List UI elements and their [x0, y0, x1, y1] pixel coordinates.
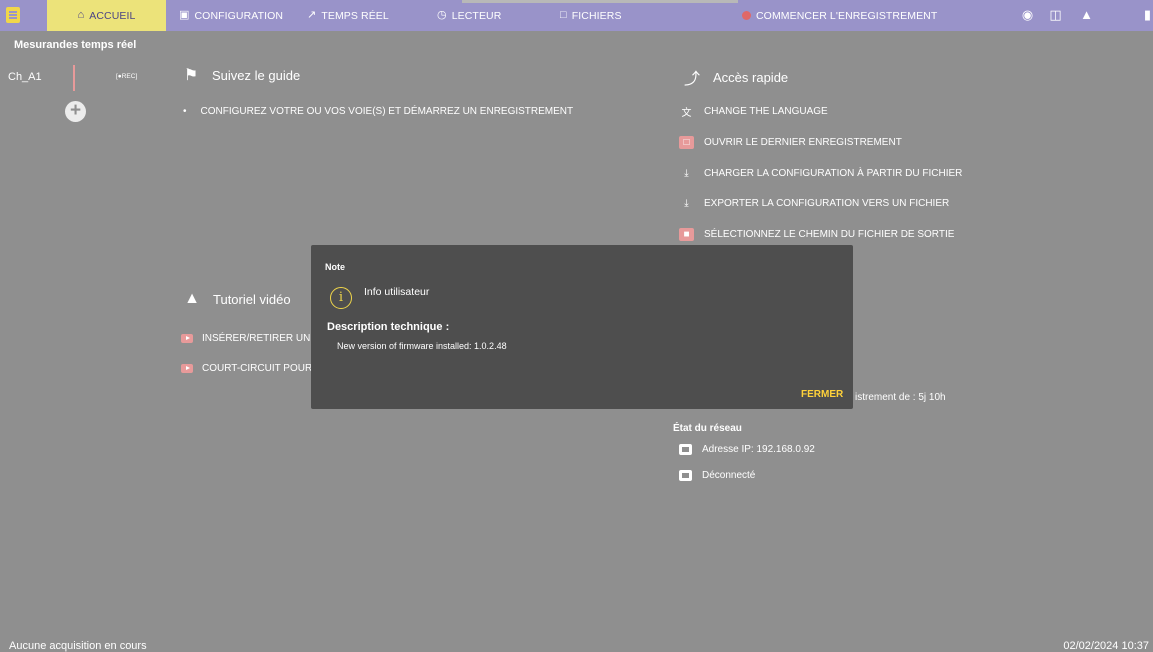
tutorial-item[interactable]: COURT-CIRCUIT POUR [181, 363, 312, 374]
menu-icon[interactable] [6, 7, 20, 23]
tab-configuration[interactable]: ▣ CONFIGURATION [179, 0, 283, 31]
datetime: 02/02/2024 10:37 [1063, 640, 1149, 652]
network-title: État du réseau [673, 423, 742, 434]
video-play-icon [181, 334, 193, 343]
tab-label: LECTEUR [451, 9, 502, 22]
bullet-icon: • [183, 106, 187, 117]
tab-label: FICHIERS [571, 9, 622, 22]
network-status: Déconnecté [679, 470, 755, 481]
guide-item-label: CONFIGUREZ VOTRE OU VOS VOIE(S) ET DÉMAR… [200, 106, 574, 117]
config-icon: ▣ [179, 9, 190, 21]
tab-accueil[interactable]: ⌂ ACCUEIL [47, 0, 166, 31]
dialog-desc-text: New version of firmware installed: 1.0.2… [337, 341, 507, 351]
unlock-icon[interactable]: ▲ [1079, 8, 1094, 22]
close-button[interactable]: FERMER [801, 389, 843, 400]
qa-label: CHANGE THE LANGUAGE [704, 106, 828, 117]
qa-open-last-recording[interactable]: □ OUVRIR LE DERNIER ENREGISTREMENT [679, 136, 902, 149]
quick-access-header: ⤴ Accès rapide [683, 65, 788, 89]
channel-name[interactable]: Ch_A1 [8, 71, 42, 83]
tutorial-item-label: COURT-CIRCUIT POUR [202, 363, 313, 374]
tutorial-item-label: INSÉRER/RETIRER UNE [202, 333, 318, 344]
qa-label: EXPORTER LA CONFIGURATION VERS UN FICHIE… [704, 198, 950, 209]
network-icon [679, 444, 692, 455]
tab-stub [462, 0, 738, 3]
video-play-icon [181, 364, 193, 373]
guide-title: Suivez le guide [212, 67, 301, 83]
qa-export-config[interactable]: ⤓ EXPORTER LA CONFIGURATION VERS UN FICH… [679, 197, 949, 210]
tab-label: ACCUEIL [89, 9, 136, 22]
left-panel-title: Mesurandes temps réel [14, 39, 137, 51]
folder-icon: ■ [679, 228, 694, 241]
tab-label: TEMPS RÉEL [321, 9, 389, 22]
dialog-desc-label: Description technique : [327, 321, 450, 333]
qa-label: CHARGER LA CONFIGURATION À PARTIR DU FIC… [704, 168, 963, 179]
channel-rec-tag: [●REC] [116, 73, 138, 80]
tab-label: CONFIGURATION [194, 9, 284, 22]
tab-temps-reel[interactable]: ↗ TEMPS RÉEL [307, 0, 389, 31]
record-button[interactable]: COMMENCER L'ENREGISTREMENT [742, 0, 937, 31]
network-ip: Adresse IP: 192.168.0.92 [679, 444, 815, 455]
network-icon [679, 470, 692, 481]
quick-access-title: Accès rapide [713, 69, 789, 85]
guide-icon: ⚑ [183, 67, 199, 84]
qa-label: OUVRIR LE DERNIER ENREGISTREMENT [704, 137, 902, 148]
battery-icon: ▮ [1143, 7, 1152, 22]
info-icon: i [330, 287, 352, 309]
shortcut-icon: ⤴ [683, 71, 700, 88]
network-status-label: Déconnecté [702, 470, 756, 481]
dialog-title: Note [325, 262, 345, 272]
note-dialog: Note i Info utilisateur Description tech… [311, 245, 853, 409]
realtime-icon: ↗ [307, 9, 317, 21]
guide-header: ⚑ Suivez le guide [182, 65, 300, 85]
download-icon: ⤓ [684, 198, 689, 209]
guide-item[interactable]: • CONFIGUREZ VOTRE OU VOS VOIE(S) ET DÉM… [183, 106, 573, 117]
tutorial-title: Tutoriel vidéo [213, 291, 291, 307]
acquisition-status: Aucune acquisition en cours [9, 640, 147, 652]
tab-lecteur[interactable]: ◷ LECTEUR [437, 0, 501, 31]
home-icon: ⌂ [77, 9, 85, 21]
channel-level-bar [73, 65, 75, 91]
record-dot-icon [742, 11, 751, 20]
file-icon: □ [679, 136, 694, 149]
download-icon: ⤓ [684, 168, 689, 179]
camera-icon[interactable]: ◉ [1020, 8, 1035, 22]
qa-label: SÉLECTIONNEZ LE CHEMIN DU FICHIER DE SOR… [704, 229, 955, 240]
tab-fichiers[interactable]: □ FICHIERS [560, 0, 622, 31]
top-nav-bar: ⌂ ACCUEIL ▣ CONFIGURATION ↗ TEMPS RÉEL ◷… [0, 0, 1153, 31]
qa-select-output-path[interactable]: ■ SÉLECTIONNEZ LE CHEMIN DU FICHIER DE S… [679, 228, 954, 241]
recording-time-remaining: istrement de : 5j 10h [855, 392, 946, 403]
qa-change-language[interactable]: 文 CHANGE THE LANGUAGE [679, 105, 828, 119]
record-label: COMMENCER L'ENREGISTREMENT [756, 9, 938, 22]
graduation-cap-icon: ▲ [184, 290, 200, 307]
player-icon: ◷ [437, 9, 447, 21]
add-channel-button[interactable]: + [65, 101, 86, 122]
folder-icon: □ [560, 9, 567, 21]
translate-icon: 文 [681, 108, 692, 119]
qa-load-config[interactable]: ⤓ CHARGER LA CONFIGURATION À PARTIR DU F… [679, 167, 962, 180]
book-icon[interactable]: ◫ [1048, 8, 1063, 22]
dialog-info: Info utilisateur [364, 286, 430, 298]
tutorial-item[interactable]: INSÉRER/RETIRER UNE [181, 333, 317, 344]
network-ip-label: Adresse IP: 192.168.0.92 [702, 444, 815, 455]
tutorial-header: ▲ Tutoriel vidéo [183, 290, 291, 308]
